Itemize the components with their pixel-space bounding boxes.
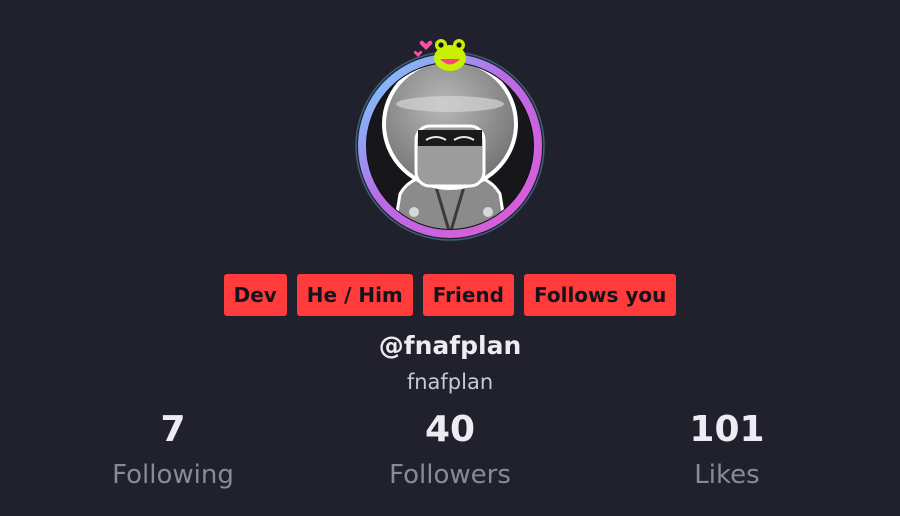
username-handle: @fnafplan — [378, 331, 522, 360]
avatar-image — [355, 39, 545, 241]
likes-count: 101 — [689, 409, 765, 450]
stat-followers[interactable]: 40 Followers — [330, 407, 570, 497]
display-name: fnafplan — [406, 370, 494, 394]
stat-likes: 101 Likes — [607, 407, 847, 497]
profile-page: Dev He / Him Friend Follows you @fnafpla… — [0, 0, 900, 516]
badge-pronouns: He / Him — [296, 274, 413, 316]
following-count: 7 — [160, 409, 186, 450]
stat-following[interactable]: 7 Following — [53, 407, 293, 497]
likes-label: Likes — [694, 460, 760, 490]
followers-count: 40 — [424, 409, 476, 450]
badge-list: Dev He / Him Friend Follows you — [0, 274, 900, 316]
following-label: Following — [112, 460, 234, 490]
badge-friend: Friend — [422, 274, 514, 316]
frog-icon — [434, 39, 466, 71]
badge-dev: Dev — [223, 274, 287, 316]
followers-label: Followers — [389, 460, 511, 490]
badge-follows-you: Follows you — [524, 274, 677, 316]
avatar[interactable] — [352, 34, 552, 244]
